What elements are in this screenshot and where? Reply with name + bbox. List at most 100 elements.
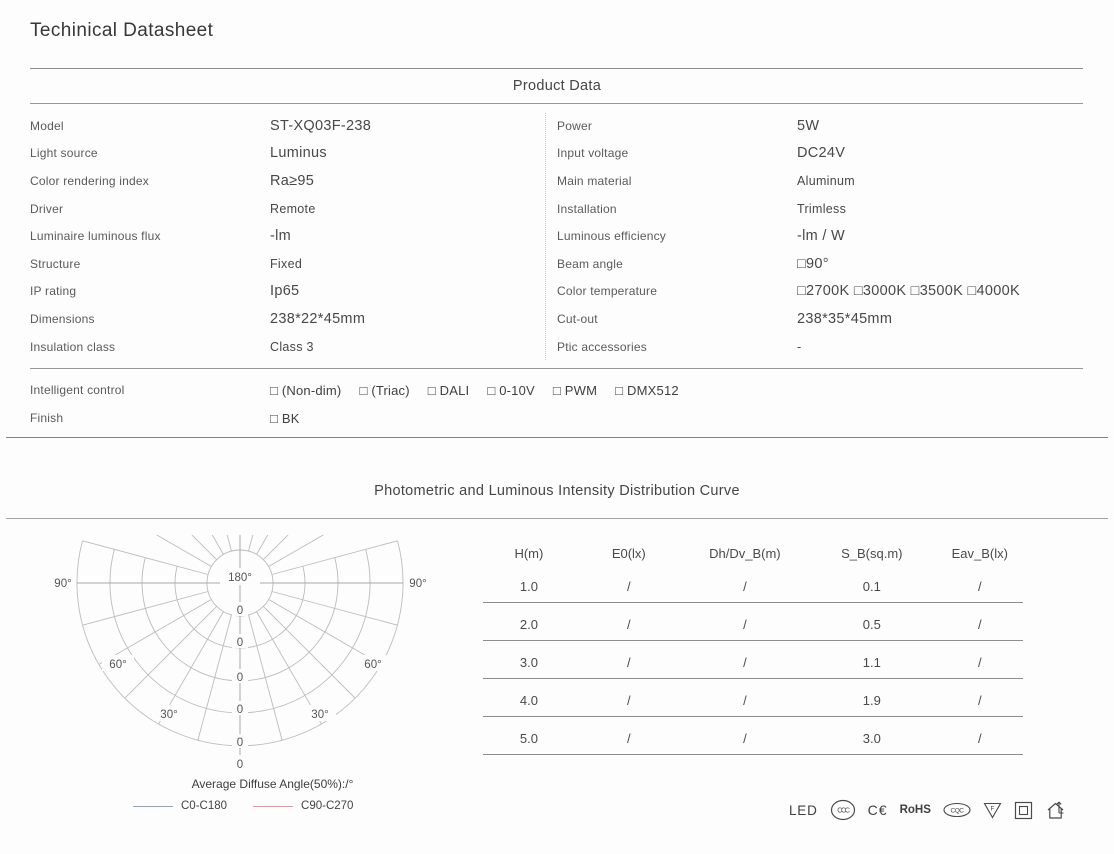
spec-row: Color temperature□2700K □3000K □3500K □4…	[557, 278, 1083, 306]
spec-value: ST-XQ03F-238	[270, 118, 371, 134]
spec-row: Beam angle□90°	[557, 250, 1083, 278]
spec-label: Ptic accessories	[557, 340, 797, 354]
table-row: 3.0 / / 1.1 /	[483, 641, 1023, 679]
divider	[6, 437, 1108, 438]
spec-row: Light sourceLuminus	[30, 140, 540, 168]
spec-value: Fixed	[270, 257, 302, 271]
divider	[30, 368, 1083, 369]
table-cell: /	[683, 731, 807, 746]
radial-tick: 0	[237, 637, 243, 649]
spec-value: □90°	[797, 256, 829, 272]
control-option: □ (Non-dim)	[270, 383, 341, 398]
spec-value: Luminus	[270, 145, 327, 161]
table-cell: 1.9	[807, 693, 937, 708]
spec-row: IP ratingIp65	[30, 278, 540, 306]
column-header: S_B(sq.m)	[807, 546, 937, 561]
spec-label: Luminous efficiency	[557, 229, 797, 243]
table-row: 2.0 / / 0.5 /	[483, 603, 1023, 641]
table-cell: 1.0	[483, 579, 575, 594]
ce-mark-icon: C€	[868, 802, 888, 818]
spec-row: DriverRemote	[30, 195, 540, 223]
spec-value: 238*35*45mm	[797, 311, 892, 327]
table-cell: 2.0	[483, 617, 575, 632]
indoor-house-icon	[1045, 800, 1067, 821]
spec-value: -lm / W	[797, 228, 845, 244]
table-cell: /	[575, 579, 683, 594]
column-divider	[545, 113, 546, 360]
table-cell: 0.5	[807, 617, 937, 632]
legend-line-c90-c270	[253, 806, 293, 807]
spec-label: Installation	[557, 202, 797, 216]
table-cell: /	[683, 579, 807, 594]
spec-label: Cut-out	[557, 312, 797, 326]
spec-row: Luminaire luminous flux-lm	[30, 222, 540, 250]
table-cell: /	[575, 731, 683, 746]
divider	[6, 518, 1108, 519]
spec-label: Dimensions	[30, 312, 270, 326]
spec-row: InstallationTrimless	[557, 195, 1083, 223]
spec-label: Luminaire luminous flux	[30, 229, 270, 243]
page-title: Techinical Datasheet	[30, 20, 213, 42]
table-cell: 3.0	[483, 655, 575, 670]
table-cell: /	[575, 617, 683, 632]
control-option: □ PWM	[553, 383, 597, 398]
angle-label-90-right: 90°	[409, 578, 426, 590]
spec-value: Class 3	[270, 340, 314, 354]
photometric-section-title: Photometric and Luminous Intensity Distr…	[6, 483, 1108, 499]
spec-label: IP rating	[30, 284, 270, 298]
photometric-polar-chart: 180° 90° 90° 60° 60° 30° 30° 0 0 0 0 0 0	[30, 535, 450, 785]
control-option: □ (Triac)	[359, 383, 409, 398]
control-rows: Intelligent control □ (Non-dim) □ (Triac…	[30, 376, 1083, 432]
angle-label-30-left: 30°	[160, 709, 177, 721]
spec-row: Insulation classClass 3	[30, 333, 540, 361]
table-cell: /	[683, 617, 807, 632]
product-data-left-column: ModelST-XQ03F-238 Light sourceLuminus Co…	[30, 112, 540, 360]
rohs-label: RoHS	[900, 804, 931, 816]
label-backplates	[102, 568, 389, 770]
spec-row: Main materialAluminum	[557, 167, 1083, 195]
spec-value: 238*22*45mm	[270, 311, 365, 327]
spec-label: Model	[30, 119, 270, 133]
divider	[30, 103, 1083, 104]
spec-row: Finish □ BK	[30, 404, 1083, 432]
spec-row: Intelligent control □ (Non-dim) □ (Triac…	[30, 376, 1083, 404]
spec-row: Dimensions238*22*45mm	[30, 305, 540, 333]
spec-label: Main material	[557, 174, 797, 188]
spec-label: Finish	[30, 411, 270, 425]
radial-tick: 0	[237, 737, 243, 749]
product-data-right-column: Power5W Input voltageDC24V Main material…	[557, 112, 1083, 360]
spec-label: Beam angle	[557, 257, 797, 271]
spec-row: Color rendering indexRa≥95	[30, 167, 540, 195]
table-row: 5.0 / / 3.0 /	[483, 717, 1023, 755]
table-cell: /	[575, 655, 683, 670]
table-cell: /	[683, 693, 807, 708]
column-header: H(m)	[483, 546, 575, 561]
product-data-section-title: Product Data	[30, 78, 1084, 94]
spec-value: -	[797, 340, 801, 354]
table-header-row: H(m) E0(lx) Dh/Dv_B(m) S_B(sq.m) Eav_B(l…	[483, 541, 1023, 565]
spec-label: Color rendering index	[30, 174, 270, 188]
datasheet-page: Techinical Datasheet Product Data ModelS…	[0, 0, 1114, 854]
legend-item: C90-C270	[253, 800, 353, 812]
svg-text:CCC: CCC	[837, 808, 850, 815]
angle-label-180: 180°	[228, 572, 252, 584]
f-triangle-icon: F	[983, 802, 1002, 819]
column-header: Eav_B(lx)	[937, 546, 1023, 561]
spec-row: StructureFixed	[30, 250, 540, 278]
table-cell: /	[575, 693, 683, 708]
spec-label: Light source	[30, 146, 270, 160]
table-row: 1.0 / / 0.1 /	[483, 565, 1023, 603]
legend-title: Average Diffuse Angle(50%):/°	[120, 777, 425, 791]
control-option: □ DALI	[428, 383, 470, 398]
photometric-table: H(m) E0(lx) Dh/Dv_B(m) S_B(sq.m) Eav_B(l…	[483, 541, 1023, 755]
radial-tick: 0	[237, 672, 243, 684]
spec-value: □2700K □3000K □3500K □4000K	[797, 283, 1020, 299]
class2-double-square-icon	[1014, 801, 1033, 820]
finish-options: □ BK	[270, 411, 300, 426]
radial-tick: 0	[237, 704, 243, 716]
spec-value: -lm	[270, 228, 291, 244]
control-option: □ BK	[270, 411, 300, 426]
spec-row: Ptic accessories-	[557, 333, 1083, 361]
spec-value: Aluminum	[797, 174, 855, 188]
divider	[30, 68, 1083, 69]
